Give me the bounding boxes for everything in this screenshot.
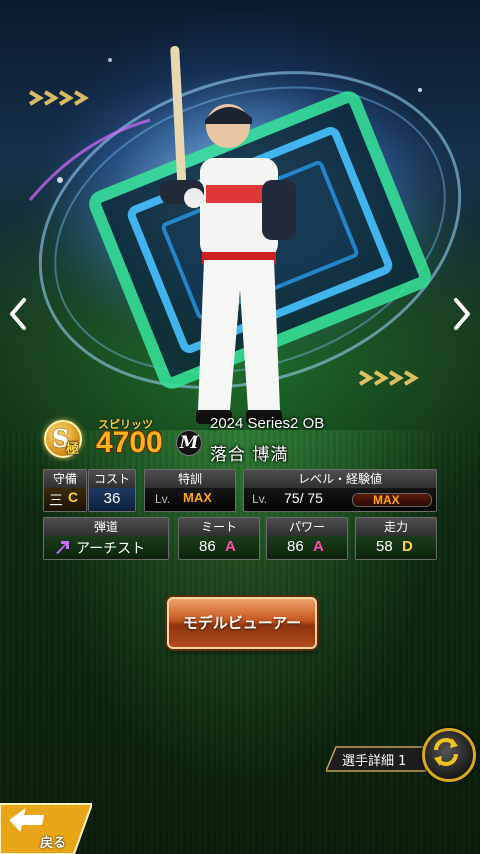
cost-value: 36 bbox=[103, 490, 121, 507]
training-value: MAX bbox=[183, 490, 212, 505]
next-player-button[interactable] bbox=[450, 296, 474, 332]
training-header: 特訓 bbox=[145, 470, 235, 488]
chevron-left-icon bbox=[10, 298, 26, 330]
player-detail-button[interactable]: 選手詳細 1 bbox=[326, 745, 426, 773]
back-label: 戻る bbox=[40, 836, 67, 851]
spirit-value: 4700 bbox=[96, 426, 163, 459]
cost-box: コスト 36 bbox=[88, 469, 136, 512]
level-header: レベル・経験値 bbox=[244, 470, 436, 488]
series-label: 2024 Series2 OB bbox=[210, 415, 325, 432]
player-detail-label: 選手詳細 1 bbox=[342, 754, 407, 769]
level-lv-label: Lv. bbox=[252, 492, 268, 506]
contact-value: 86 bbox=[199, 538, 216, 555]
exp-bar: MAX bbox=[352, 493, 432, 507]
power-grade: A bbox=[313, 538, 324, 555]
back-arrow-icon bbox=[10, 808, 45, 832]
switch-button[interactable] bbox=[422, 728, 476, 782]
cost-header: コスト bbox=[89, 470, 135, 488]
speed-box: 走力 58 D bbox=[355, 517, 437, 560]
position-grade: C bbox=[68, 489, 79, 505]
model-viewer-label: モデルビューアー bbox=[182, 614, 302, 632]
contact-box: ミート 86 A bbox=[178, 517, 260, 560]
contact-header: ミート bbox=[179, 518, 259, 536]
trajectory-header: 弾道 bbox=[44, 518, 168, 536]
speed-value: 58 bbox=[376, 538, 393, 555]
level-box: レベル・経験値 Lv. 75/ 75 MAX bbox=[243, 469, 437, 512]
speed-grade: D bbox=[402, 538, 413, 555]
team-logo: M bbox=[176, 430, 202, 456]
training-lv-label: Lv. bbox=[155, 492, 171, 506]
position-value: 三 bbox=[49, 493, 63, 509]
trajectory-value: アーチスト bbox=[76, 541, 146, 557]
position-header: 守備 bbox=[44, 470, 86, 488]
power-value: 86 bbox=[287, 538, 304, 555]
model-viewer-button[interactable]: モデルビューアー bbox=[167, 597, 317, 649]
rank-suffix: 極 bbox=[66, 442, 80, 457]
rotate-arrows-icon bbox=[434, 738, 458, 766]
spirit-block: S 極 スピリッツ 4700 bbox=[44, 416, 178, 460]
training-box: 特訓 Lv. MAX bbox=[144, 469, 236, 512]
player-image bbox=[160, 46, 296, 424]
up-right-arrow-icon bbox=[56, 541, 69, 554]
speed-header: 走力 bbox=[356, 518, 436, 536]
exp-value: MAX bbox=[373, 493, 400, 507]
position-box: 守備 三 C bbox=[43, 469, 87, 512]
back-button[interactable]: 戻る bbox=[0, 800, 92, 854]
player-name: 落合 博満 bbox=[210, 445, 289, 465]
level-value: 75/ 75 bbox=[284, 490, 323, 506]
contact-grade: A bbox=[225, 538, 236, 555]
power-box: パワー 86 A bbox=[266, 517, 348, 560]
power-header: パワー bbox=[267, 518, 347, 536]
trajectory-box: 弾道 アーチスト bbox=[43, 517, 169, 560]
chevron-right-icon bbox=[454, 298, 470, 330]
prev-player-button[interactable] bbox=[6, 296, 30, 332]
